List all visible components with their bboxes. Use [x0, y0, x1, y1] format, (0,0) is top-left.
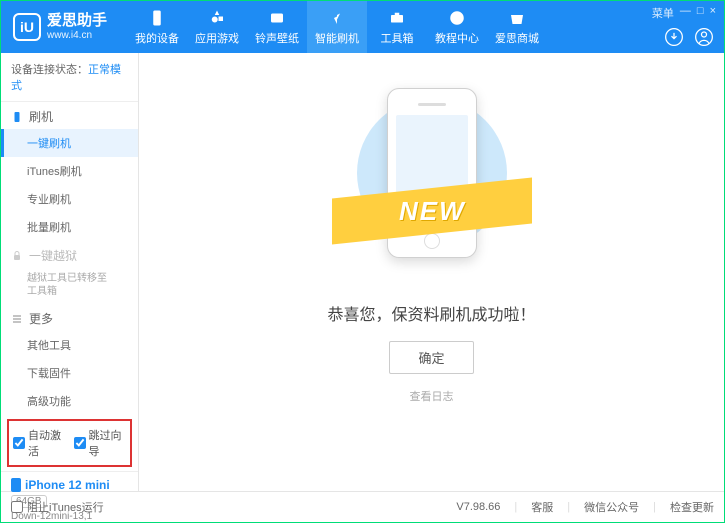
- success-illustration: NEW: [342, 83, 522, 283]
- tab-flash[interactable]: 智能刷机: [307, 1, 367, 53]
- logo-icon: iU: [13, 13, 41, 41]
- maximize-icon[interactable]: □: [697, 5, 704, 21]
- jailbreak-note: 越狱工具已转移至 工具箱: [1, 268, 138, 304]
- sidebar-item-batch[interactable]: 批量刷机: [1, 213, 138, 241]
- sidebar-item-pro[interactable]: 专业刷机: [1, 185, 138, 213]
- lock-icon: [11, 250, 23, 262]
- sidebar-section-more[interactable]: 更多: [1, 304, 138, 331]
- checkbox-skip-guide[interactable]: 跳过向导: [74, 427, 127, 459]
- checkbox-auto-activate[interactable]: 自动激活: [13, 427, 66, 459]
- tab-tutorial[interactable]: 教程中心: [427, 1, 487, 53]
- menu-icon[interactable]: 菜单: [652, 5, 674, 21]
- sidebar-item-itunes[interactable]: iTunes刷机: [1, 157, 138, 185]
- titlebar: iU 爱思助手 www.i4.cn 我的设备 应用游戏 铃声壁纸 智能刷机 工具…: [1, 1, 724, 53]
- support-link[interactable]: 客服: [531, 499, 553, 515]
- nav-tabs: 我的设备 应用游戏 铃声壁纸 智能刷机 工具箱 教程中心 爱思商城: [127, 1, 547, 53]
- minimize-icon[interactable]: —: [680, 5, 691, 21]
- sidebar-item-advanced[interactable]: 高级功能: [1, 387, 138, 415]
- main-content: NEW 恭喜您，保资料刷机成功啦！ 确定 查看日志: [139, 53, 724, 491]
- checkbox-block-itunes[interactable]: 阻止iTunes运行: [11, 499, 104, 515]
- sidebar-section-flash[interactable]: 刷机: [1, 102, 138, 129]
- window-controls: 菜单 — □ ×: [652, 5, 716, 21]
- connection-status: 设备连接状态：正常模式: [1, 53, 138, 102]
- titlebar-right-icons: [664, 27, 714, 47]
- tab-store[interactable]: 爱思商城: [487, 1, 547, 53]
- user-icon[interactable]: [694, 27, 714, 47]
- version-label: V7.98.66: [456, 501, 500, 513]
- phone-icon: [11, 111, 23, 123]
- device-phone-icon: [11, 478, 21, 492]
- wechat-link[interactable]: 微信公众号: [584, 499, 639, 515]
- app-url: www.i4.cn: [47, 30, 107, 41]
- ok-button[interactable]: 确定: [389, 341, 473, 374]
- tab-ringtone[interactable]: 铃声壁纸: [247, 1, 307, 53]
- close-icon[interactable]: ×: [710, 5, 716, 21]
- check-update-link[interactable]: 检查更新: [670, 499, 714, 515]
- success-message: 恭喜您，保资料刷机成功啦！: [327, 301, 535, 325]
- tab-tools[interactable]: 工具箱: [367, 1, 427, 53]
- sidebar-item-oneclick[interactable]: 一键刷机: [1, 129, 138, 157]
- app-name: 爱思助手: [47, 13, 107, 30]
- menu-lines-icon: [11, 313, 23, 325]
- options-highlight: 自动激活 跳过向导: [7, 419, 132, 467]
- app-logo: iU 爱思助手 www.i4.cn: [1, 13, 119, 41]
- download-icon[interactable]: [664, 27, 684, 47]
- sidebar-item-download[interactable]: 下载固件: [1, 359, 138, 387]
- tab-device[interactable]: 我的设备: [127, 1, 187, 53]
- sidebar: 设备连接状态：正常模式 刷机 一键刷机 iTunes刷机 专业刷机 批量刷机 一…: [1, 53, 139, 491]
- sidebar-section-jailbreak[interactable]: 一键越狱: [1, 241, 138, 268]
- tab-apps[interactable]: 应用游戏: [187, 1, 247, 53]
- sidebar-item-other[interactable]: 其他工具: [1, 331, 138, 359]
- view-log-link[interactable]: 查看日志: [410, 388, 454, 404]
